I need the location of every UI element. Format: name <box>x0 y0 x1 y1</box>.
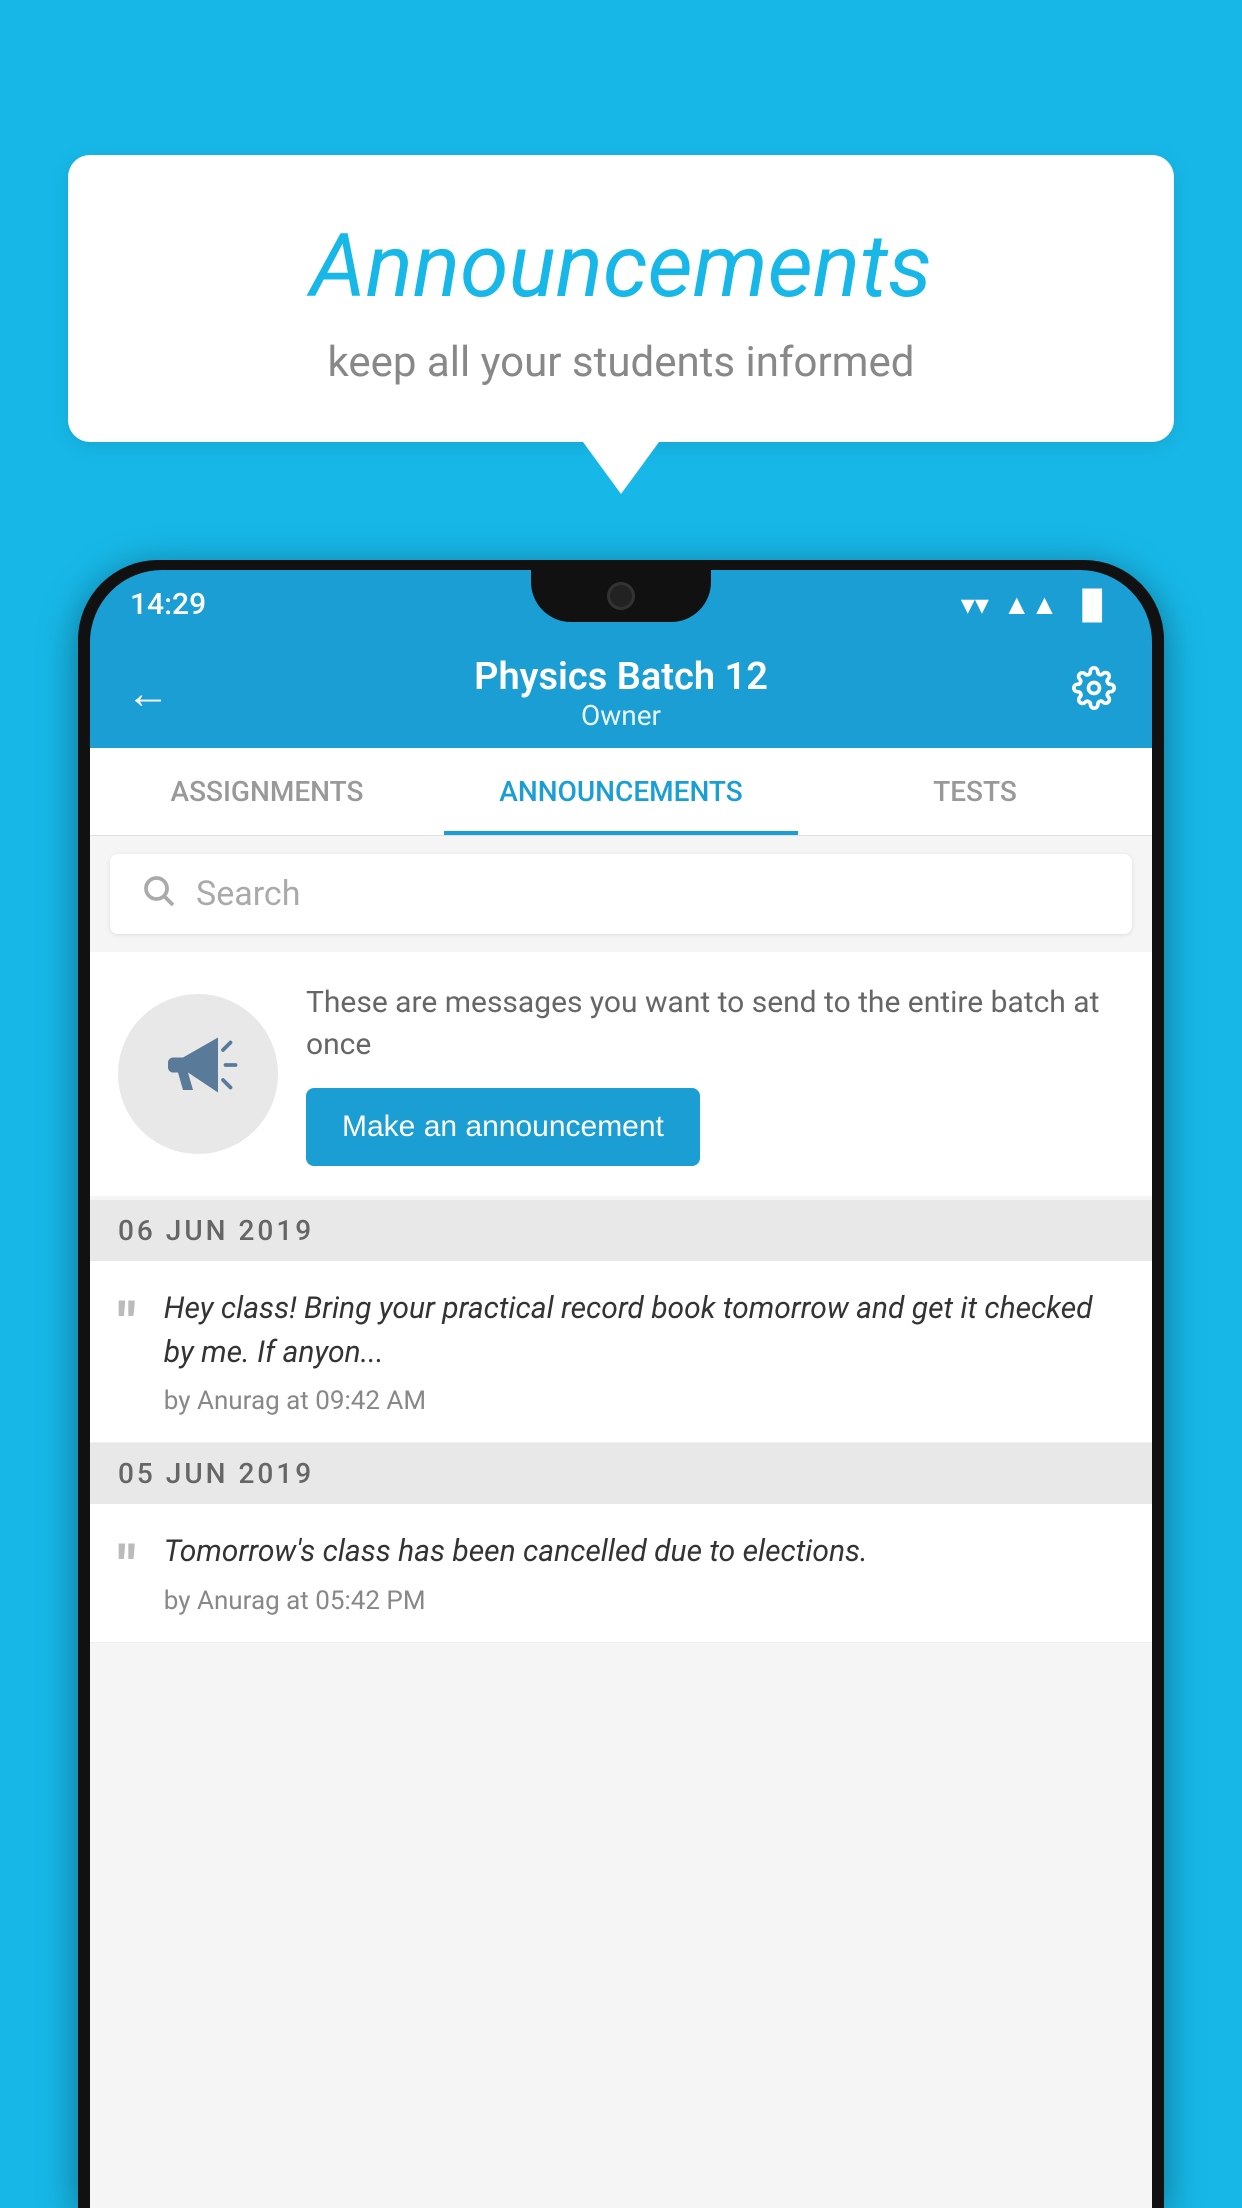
quote-icon-2: " <box>118 1538 136 1594</box>
announcement-content-1: Hey class! Bring your practical record b… <box>164 1287 1124 1374</box>
signal-icon: ▲▲ <box>1003 588 1058 621</box>
search-bar[interactable]: Search <box>110 854 1132 934</box>
announcement-meta-1: by Anurag at 09:42 AM <box>164 1386 1124 1416</box>
app-header: ← Physics Batch 12 Owner <box>90 638 1152 748</box>
announcement-content-2: Tomorrow's class has been cancelled due … <box>164 1530 1124 1574</box>
speech-bubble-wrapper: Announcements keep all your students inf… <box>68 155 1174 494</box>
phone-notch <box>531 570 711 622</box>
date-divider-2: 05 JUN 2019 <box>90 1443 1152 1504</box>
announcement-promo: These are messages you want to send to t… <box>90 952 1152 1196</box>
tab-assignments[interactable]: ASSIGNMENTS <box>90 748 444 835</box>
announcement-item-1[interactable]: " Hey class! Bring your practical record… <box>90 1261 1152 1443</box>
announcement-text-2: Tomorrow's class has been cancelled due … <box>164 1530 1124 1616</box>
search-icon <box>140 872 176 917</box>
search-placeholder: Search <box>196 874 300 914</box>
camera <box>607 582 635 610</box>
tab-announcements[interactable]: ANNOUNCEMENTS <box>444 748 798 835</box>
announcement-item-2[interactable]: " Tomorrow's class has been cancelled du… <box>90 1504 1152 1643</box>
tabs-bar: ASSIGNMENTS ANNOUNCEMENTS TESTS <box>90 748 1152 836</box>
content-area: Search These are messages you wan <box>90 836 1152 2208</box>
wifi-icon: ▾▾ <box>961 588 989 621</box>
header-center: Physics Batch 12 Owner <box>170 655 1072 732</box>
speech-bubble: Announcements keep all your students inf… <box>68 155 1174 442</box>
status-icons: ▾▾ ▲▲ ▐▌ <box>961 588 1112 621</box>
announce-desc: These are messages you want to send to t… <box>306 982 1124 1066</box>
header-subtitle: Owner <box>170 699 1072 732</box>
speech-bubble-arrow <box>583 442 659 494</box>
bubble-title: Announcements <box>148 215 1094 318</box>
quote-icon-1: " <box>118 1295 136 1351</box>
megaphone-icon <box>158 1025 238 1123</box>
date-divider-1: 06 JUN 2019 <box>90 1200 1152 1261</box>
tab-tests[interactable]: TESTS <box>798 748 1152 835</box>
status-time: 14:29 <box>130 587 206 622</box>
announce-text-block: These are messages you want to send to t… <box>306 982 1124 1166</box>
announcement-text-1: Hey class! Bring your practical record b… <box>164 1287 1124 1416</box>
settings-button[interactable] <box>1072 666 1116 721</box>
make-announcement-button[interactable]: Make an announcement <box>306 1088 700 1166</box>
announce-icon-circle <box>118 994 278 1154</box>
announcement-meta-2: by Anurag at 05:42 PM <box>164 1586 1124 1616</box>
battery-icon: ▐▌ <box>1072 588 1112 621</box>
back-button[interactable]: ← <box>126 667 170 719</box>
bubble-subtitle: keep all your students informed <box>148 338 1094 387</box>
phone-inner: 14:29 ▾▾ ▲▲ ▐▌ ← Physics Batch 12 Owner <box>90 570 1152 2208</box>
header-title: Physics Batch 12 <box>170 655 1072 699</box>
phone-frame: 14:29 ▾▾ ▲▲ ▐▌ ← Physics Batch 12 Owner <box>78 560 1164 2208</box>
